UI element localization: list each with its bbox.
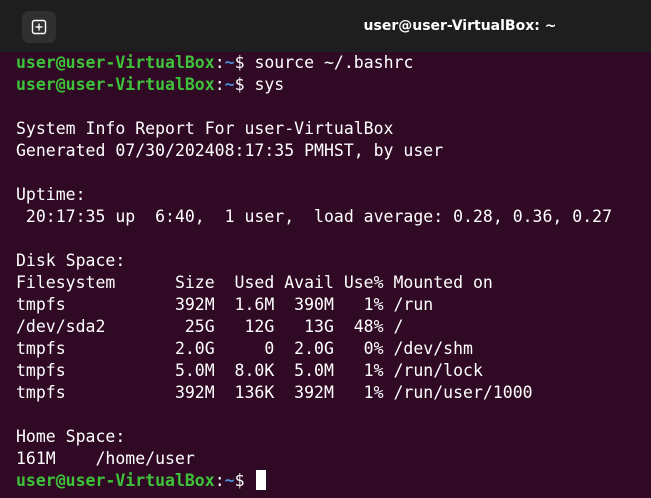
report-generated: Generated 07/30/202408:17:35 PMHST, by u… xyxy=(16,141,444,160)
title-bar: user@user-VirtualBox: ~ xyxy=(0,0,651,52)
prompt-separator: : xyxy=(214,53,225,72)
terminal-area[interactable]: user@user-VirtualBox:~$ source ~/.bashrc… xyxy=(0,52,651,498)
text-cursor xyxy=(256,470,267,490)
prompt-separator: : xyxy=(214,471,225,490)
command-text: source ~/.bashrc xyxy=(254,53,414,72)
disk-table-header: Filesystem Size Used Avail Use% Mounted … xyxy=(16,273,493,292)
prompt-dollar: $ xyxy=(234,53,255,72)
home-space-label: Home Space: xyxy=(16,427,126,446)
prompt-user-host: user@user-VirtualBox xyxy=(16,75,215,94)
disk-table-row: tmpfs 392M 1.6M 390M 1% /run xyxy=(16,295,434,314)
prompt-line: user@user-VirtualBox:~$ sys xyxy=(16,74,651,96)
command-text: sys xyxy=(254,75,285,94)
prompt-dollar: $ xyxy=(234,471,255,490)
disk-table-row: /dev/sda2 25G 12G 13G 48% / xyxy=(16,317,404,336)
window-title: user@user-VirtualBox: ~ xyxy=(363,18,557,34)
new-tab-icon xyxy=(31,19,47,35)
prompt-line: user@user-VirtualBox:~$ source ~/.bashrc xyxy=(16,52,651,74)
report-title: System Info Report For user-VirtualBox xyxy=(16,119,394,138)
prompt-dollar: $ xyxy=(234,75,255,94)
terminal-window: user@user-VirtualBox: ~ user@user-Virtua… xyxy=(0,0,651,498)
uptime-value: 20:17:35 up 6:40, 1 user, load average: … xyxy=(16,207,613,226)
prompt-user-host: user@user-VirtualBox xyxy=(16,471,215,490)
prompt-path: ~ xyxy=(224,75,235,94)
uptime-label: Uptime: xyxy=(16,185,86,204)
prompt-path: ~ xyxy=(224,471,235,490)
disk-table-row: tmpfs 2.0G 0 2.0G 0% /dev/shm xyxy=(16,339,473,358)
prompt-path: ~ xyxy=(224,53,235,72)
disk-table-row: tmpfs 5.0M 8.0K 5.0M 1% /run/lock xyxy=(16,361,483,380)
prompt-line: user@user-VirtualBox:~$ xyxy=(16,470,651,492)
new-tab-button[interactable] xyxy=(22,11,56,43)
disk-table-row: tmpfs 392M 136K 392M 1% /run/user/1000 xyxy=(16,383,533,402)
home-space-value: 161M /home/user xyxy=(16,449,195,468)
disk-space-label: Disk Space: xyxy=(16,251,126,270)
prompt-separator: : xyxy=(214,75,225,94)
prompt-user-host: user@user-VirtualBox xyxy=(16,53,215,72)
